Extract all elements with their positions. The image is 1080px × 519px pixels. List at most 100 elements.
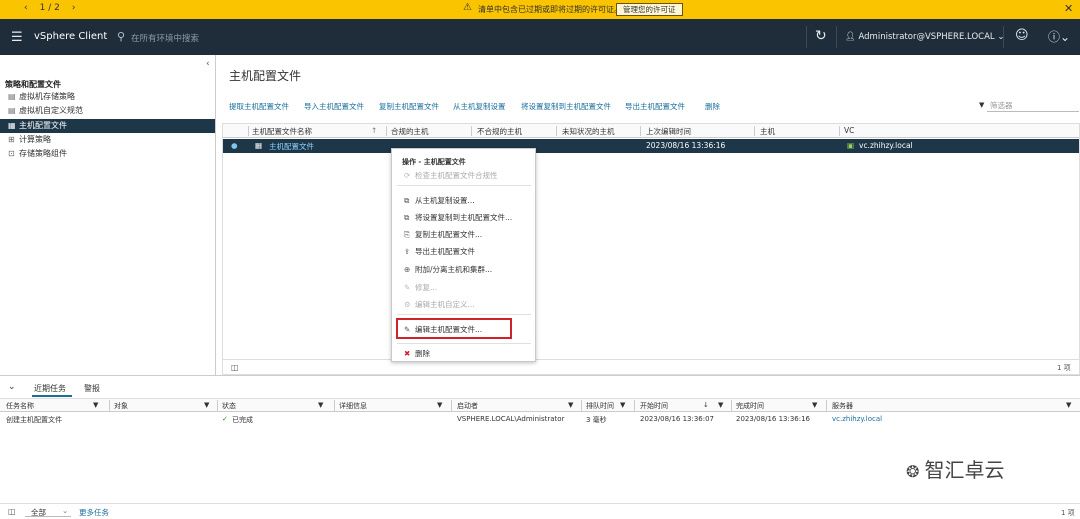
column-header-name[interactable]: 主机配置文件名称 [252, 126, 312, 137]
collapse-panel-icon[interactable]: ‹ [206, 59, 210, 69]
copy-settings-to-profile-button[interactable]: 将设置复制到主机配置文件 [521, 101, 611, 112]
menu-item-edit-customizations[interactable]: ⚙ 编辑主机自定义... [404, 299, 475, 310]
column-header-host[interactable]: 主机 [760, 126, 775, 137]
context-menu-header: 操作 - 主机配置文件 [402, 158, 466, 166]
global-search-input[interactable]: 在所有环境中搜索 [131, 32, 199, 44]
menu-item-delete[interactable]: ✖ 删除 [404, 348, 430, 359]
nav-item-vm-customization-specs[interactable]: ▤ 虚拟机自定义规范 [0, 104, 215, 118]
export-host-profile-button[interactable]: 导出主机配置文件 [625, 101, 685, 112]
column-header-vc[interactable]: VC [844, 126, 854, 135]
column-header-unknown[interactable]: 未知状况的主机 [562, 126, 615, 137]
hamburger-menu-icon[interactable]: ☰ [11, 30, 23, 45]
active-tab-indicator [32, 395, 72, 397]
column-header-queued[interactable]: 排队时间 [586, 401, 614, 411]
column-divider [109, 400, 110, 411]
nav-item-compute-policies[interactable]: ⊞ 计算策略 [0, 133, 215, 147]
chevron-down-icon: ⌄ [62, 506, 69, 515]
filter-icon[interactable]: ▼ [812, 401, 817, 409]
watermark: ❂ 智汇卓云 [906, 454, 1005, 483]
column-header-noncompliant[interactable]: 不合规的主机 [477, 126, 522, 137]
main-content: 主机配置文件 提取主机配置文件 导入主机配置文件 复制主机配置文件 从主机复制设… [217, 55, 1080, 375]
column-toggle-icon[interactable]: ◫ [231, 363, 239, 372]
nav-item-host-profiles[interactable]: ▦ 主机配置文件 [0, 119, 215, 133]
menu-item-attach-detach[interactable]: ⊕ 附加/分离主机和集群... [404, 264, 492, 275]
tab-recent-tasks[interactable]: 近期任务 [34, 383, 66, 394]
server-link[interactable]: vc.zhihzy.local [832, 415, 882, 423]
menu-item-label: 从主机复制设置... [415, 196, 475, 205]
filter-icon[interactable]: ▼ [718, 401, 723, 409]
feedback-smiley-icon[interactable]: ☺ [1015, 28, 1029, 43]
extract-host-profile-button[interactable]: 提取主机配置文件 [229, 101, 289, 112]
column-divider [451, 400, 452, 411]
column-header-details[interactable]: 详细信息 [339, 401, 367, 411]
compute-icon: ⊞ [8, 135, 15, 144]
column-header-task-name[interactable]: 任务名称 [6, 401, 34, 411]
more-tasks-link[interactable]: 更多任务 [79, 507, 109, 518]
column-divider [248, 126, 249, 136]
info-icon[interactable]: ● [231, 141, 238, 150]
duplicate-icon: ⎘ [404, 230, 410, 239]
menu-item-label: 复制主机配置文件... [415, 230, 483, 239]
warning-icon: ⚠ [463, 2, 472, 13]
check-circle-icon: ✓ [222, 415, 228, 423]
user-name: Administrator@VSPHERE.LOCAL [858, 32, 995, 42]
tab-alarms[interactable]: 警报 [84, 383, 100, 394]
next-icon[interactable]: › [72, 3, 76, 13]
duplicate-host-profile-button[interactable]: 复制主机配置文件 [379, 101, 439, 112]
filter-icon[interactable]: ▼ [568, 401, 573, 409]
filter-input[interactable]: 筛选器 [987, 98, 1079, 112]
column-header-end-time[interactable]: 完成时间 [736, 401, 764, 411]
column-header-initiator[interactable]: 启动者 [457, 401, 478, 411]
menu-item-copy-to-profile[interactable]: ⧉ 将设置复制到主机配置文件... [404, 212, 512, 223]
prev-icon[interactable]: ‹ [24, 3, 28, 13]
menu-item-duplicate[interactable]: ⎘ 复制主机配置文件... [404, 229, 482, 240]
import-host-profile-button[interactable]: 导入主机配置文件 [304, 101, 364, 112]
profile-name-link[interactable]: 主机配置文件 [269, 141, 314, 152]
column-header-last-edited[interactable]: 上次编辑时间 [646, 126, 691, 137]
menu-item-remediate[interactable]: ✎ 修复... [404, 282, 437, 293]
menu-item-export[interactable]: ⇪ 导出主机配置文件 [404, 246, 475, 257]
column-header-compliant[interactable]: 合规的主机 [391, 126, 429, 137]
vc-cell[interactable]: vc.zhihzy.local [859, 141, 913, 150]
sort-desc-icon[interactable]: ↓ [703, 401, 709, 409]
nav-item-label: 计算策略 [19, 135, 51, 144]
table-row[interactable]: ● ▦ 主机配置文件 2023/08/16 13:36:16 ▣ vc.zhih… [223, 139, 1079, 153]
column-divider [640, 126, 641, 136]
page-title: 主机配置文件 [229, 69, 302, 83]
column-toggle-icon[interactable]: ◫ [8, 507, 16, 516]
column-header-object[interactable]: 对象 [114, 401, 128, 411]
grid-footer: ◫ 1 项 [223, 359, 1079, 375]
filter-icon[interactable]: ▼ [93, 401, 98, 409]
refresh-icon[interactable]: ↻ [815, 28, 827, 44]
compliance-icon: ⟳ [404, 171, 411, 180]
collapse-bottom-icon[interactable]: ⌄ [8, 382, 16, 392]
menu-item-copy-from-host[interactable]: ⧉ 从主机复制设置... [404, 195, 475, 206]
user-menu[interactable]: 👤︎ Administrator@VSPHERE.LOCAL ⌄ [845, 32, 1004, 42]
queued-cell: 3 毫秒 [586, 416, 607, 424]
host-profiles-grid: 主机配置文件名称 ↑ 合规的主机 不合规的主机 未知状况的主机 上次编辑时间 主… [222, 123, 1080, 375]
column-divider [471, 126, 472, 136]
delete-button[interactable]: 删除 [705, 101, 720, 112]
column-header-server[interactable]: 服务器 [832, 401, 853, 411]
sort-asc-icon[interactable]: ↑ [371, 126, 377, 135]
copy-settings-from-host-button[interactable]: 从主机复制设置 [453, 101, 506, 112]
nav-item-storage-policy-components[interactable]: ⊡ 存储策略组件 [0, 147, 215, 161]
component-icon: ⊡ [8, 149, 15, 158]
filter-icon[interactable]: ▼ [318, 401, 323, 409]
filter-icon[interactable]: ▼ [437, 401, 442, 409]
menu-item-label: 将设置复制到主机配置文件... [415, 213, 513, 222]
filter-icon[interactable]: ▼ [1066, 401, 1071, 409]
column-header-start-time[interactable]: 开始时间 [640, 401, 668, 411]
help-icon[interactable]: ⓘ⌄ [1048, 28, 1070, 45]
manage-license-button[interactable]: 管理您的许可证 [616, 3, 683, 16]
menu-item-label: 删除 [415, 349, 430, 358]
nav-item-vm-storage-policies[interactable]: ▤ 虚拟机存储策略 [0, 90, 215, 104]
menu-item-check-compliance[interactable]: ⟳ 检查主机配置文件合规性 [404, 170, 498, 181]
customize-icon: ⚙ [404, 300, 411, 309]
close-icon[interactable]: ✕ [1064, 2, 1073, 15]
column-header-status[interactable]: 状态 [222, 401, 236, 411]
task-filter-select[interactable]: 全部 ⌄ [25, 505, 71, 517]
select-value: 全部 [31, 508, 46, 517]
filter-icon[interactable]: ▼ [204, 401, 209, 409]
filter-icon[interactable]: ▼ [620, 401, 625, 409]
